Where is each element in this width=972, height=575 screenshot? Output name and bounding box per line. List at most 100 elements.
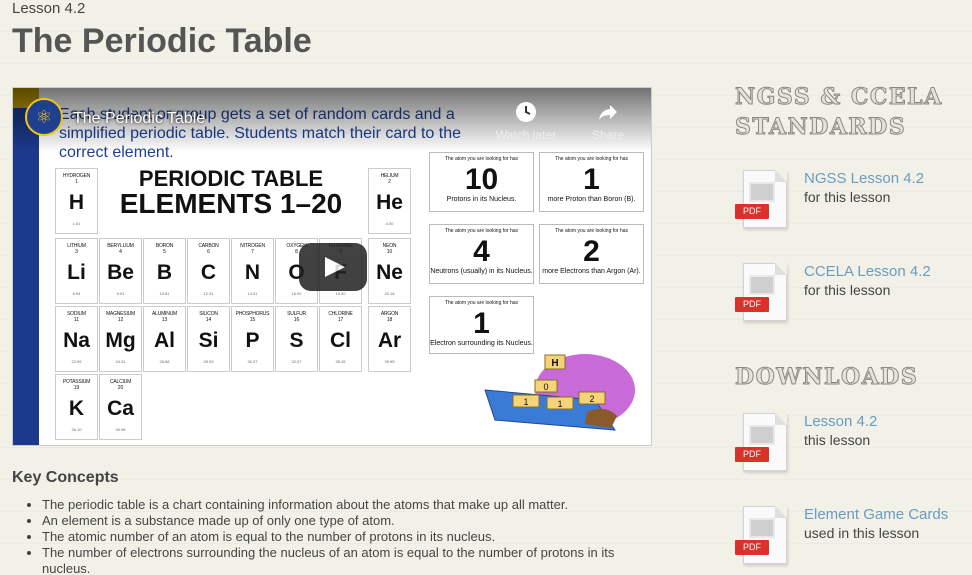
- share-label: Share: [591, 128, 625, 142]
- element-cell: BORON 5 B 10.81: [143, 238, 186, 304]
- ngss-download[interactable]: PDF NGSS Lesson 4.2 for this lesson: [735, 170, 965, 250]
- element-mass: 16.00: [291, 291, 302, 296]
- watch-later-button[interactable]: Watch later: [491, 100, 561, 142]
- element-mass: 35.45: [335, 359, 346, 364]
- element-number: 4: [119, 249, 122, 255]
- clue-card: The atom you are looking for has 1 more Pr…: [539, 152, 644, 212]
- element-cell: HELIUM 2 He 4.00: [368, 168, 411, 234]
- element-cell: SULFUR 16 S 32.07: [275, 306, 318, 372]
- element-number: 10: [386, 249, 393, 255]
- card-number: 1: [583, 163, 600, 196]
- element-symbol: P: [245, 329, 260, 352]
- game-cards-link[interactable]: Element Game Cards: [804, 506, 948, 523]
- standards-heading: NGSS & CCELA STANDARDS: [735, 84, 943, 141]
- periodic-table-heading: PERIODIC TABLE ELEMENTS 1–20: [101, 168, 361, 218]
- clue-card: The atom you are looking for has 4 Neutron…: [429, 224, 534, 284]
- ccela-download[interactable]: PDF CCELA Lesson 4.2 for this lesson: [735, 263, 965, 343]
- board-tile-h-label: H: [551, 358, 558, 369]
- element-mass: 19.00: [335, 291, 346, 296]
- element-cell: CARBON 6 C 12.01: [187, 238, 230, 304]
- element-symbol: S: [289, 329, 304, 352]
- element-cell: ARGON 18 Ar 39.95: [368, 306, 411, 372]
- element-cell: CHLORINE 17 Cl 35.45: [319, 306, 362, 372]
- card-number: 1: [473, 307, 490, 340]
- play-button[interactable]: [299, 243, 367, 291]
- element-mass: 40.08: [115, 427, 126, 432]
- element-symbol: H: [68, 191, 85, 214]
- element-number: 12: [117, 317, 124, 323]
- share-icon: [599, 105, 617, 120]
- key-concept-item: An element is a substance made up of onl…: [42, 513, 652, 529]
- card-description: Electron surrounding its Nucleus.: [430, 340, 533, 347]
- element-symbol: K: [68, 397, 85, 420]
- clock-icon: [516, 102, 536, 122]
- element-mass: 26.98: [159, 359, 170, 364]
- ccela-subtitle: for this lesson: [804, 282, 891, 298]
- element-number: 11: [73, 317, 80, 323]
- element-cell: NITROGEN 7 N 14.01: [231, 238, 274, 304]
- page-title: The Periodic Table: [12, 22, 312, 60]
- pdf-label: PDF: [735, 204, 769, 219]
- element-symbol: Be: [107, 261, 134, 284]
- watch-later-label: Watch later: [495, 128, 557, 142]
- share-button[interactable]: Share: [573, 100, 643, 142]
- ccela-link[interactable]: CCELA Lesson 4.2: [804, 263, 931, 280]
- video-player[interactable]: Each student or group gets a set of rand…: [12, 87, 652, 446]
- pdf-label: PDF: [735, 540, 769, 555]
- ngss-link[interactable]: NGSS Lesson 4.2: [804, 170, 924, 187]
- element-number: 3: [75, 249, 78, 255]
- pdf-icon: PDF: [735, 170, 789, 232]
- lesson-download[interactable]: PDF Lesson 4.2 this lesson: [735, 413, 965, 493]
- element-mass: 10.81: [159, 291, 170, 296]
- element-mass: 39.95: [384, 359, 395, 364]
- channel-logo-icon[interactable]: ⚛: [25, 98, 63, 136]
- card-description: more Proton than Boron (B).: [547, 196, 636, 203]
- card-heading: The atom you are looking for has: [444, 228, 519, 234]
- element-symbol: Ar: [377, 329, 402, 352]
- lesson-link[interactable]: Lesson 4.2: [804, 413, 877, 430]
- game-cards-download[interactable]: PDF Element Game Cards used in this less…: [735, 506, 965, 575]
- board-tile-label: 2: [589, 394, 594, 404]
- downloads-heading: DOWNLOADS: [734, 364, 919, 391]
- element-cell: PHOSPHORUS 15 P 30.97: [231, 306, 274, 372]
- element-number: 15: [249, 317, 256, 323]
- card-description: more Electrons than Argon (Ar).: [542, 268, 641, 275]
- element-mass: 32.07: [291, 359, 302, 364]
- video-title[interactable]: The Periodic Table: [73, 110, 205, 128]
- element-symbol: Si: [198, 329, 219, 352]
- element-mass: 24.31: [115, 359, 126, 364]
- element-number: 1: [75, 179, 78, 185]
- card-description: Protons in its Nucleus.: [446, 196, 517, 203]
- element-number: 5: [163, 249, 166, 255]
- card-heading: The atom you are looking for has: [554, 228, 629, 234]
- element-number: 13: [161, 317, 168, 323]
- lesson-subtitle: this lesson: [804, 432, 871, 448]
- element-mass: 6.94: [72, 291, 81, 296]
- element-cell: LITHIUM 3 Li 6.94: [55, 238, 98, 304]
- element-cell: BERYLLIUM 4 Be 9.01: [99, 238, 142, 304]
- key-concepts-list: The periodic table is a chart containing…: [42, 497, 652, 575]
- card-heading: The atom you are looking for has: [554, 156, 629, 162]
- element-number: 16: [293, 317, 300, 323]
- element-mass: 30.97: [247, 359, 258, 364]
- element-cell: HYDROGEN 1 H 1.01: [55, 168, 98, 234]
- element-mass: 22.99: [71, 359, 82, 364]
- periodic-table-heading-line1: PERIODIC TABLE: [138, 166, 324, 191]
- element-symbol: Li: [67, 261, 86, 284]
- clue-card: The atom you are looking for has 1 Electro…: [429, 296, 534, 354]
- pdf-icon: PDF: [735, 263, 789, 325]
- key-concepts-heading: Key Concepts: [12, 469, 119, 486]
- element-cell: CALCIUM 20 Ca 40.08: [99, 374, 142, 440]
- element-number: 20: [117, 385, 124, 391]
- element-number: 14: [205, 317, 212, 323]
- lesson-number: Lesson 4.2: [12, 0, 86, 17]
- element-mass: 9.01: [116, 291, 125, 296]
- pdf-label: PDF: [735, 447, 769, 462]
- card-description: Neutrons (usually) in its Nucleus.: [430, 268, 533, 275]
- card-heading: The atom you are looking for has: [444, 156, 519, 162]
- pdf-icon: PDF: [735, 413, 789, 475]
- element-symbol: Cl: [330, 329, 351, 352]
- element-number: 17: [337, 317, 344, 323]
- element-cell: SILICON 14 Si 28.09: [187, 306, 230, 372]
- element-symbol: Ne: [376, 261, 403, 284]
